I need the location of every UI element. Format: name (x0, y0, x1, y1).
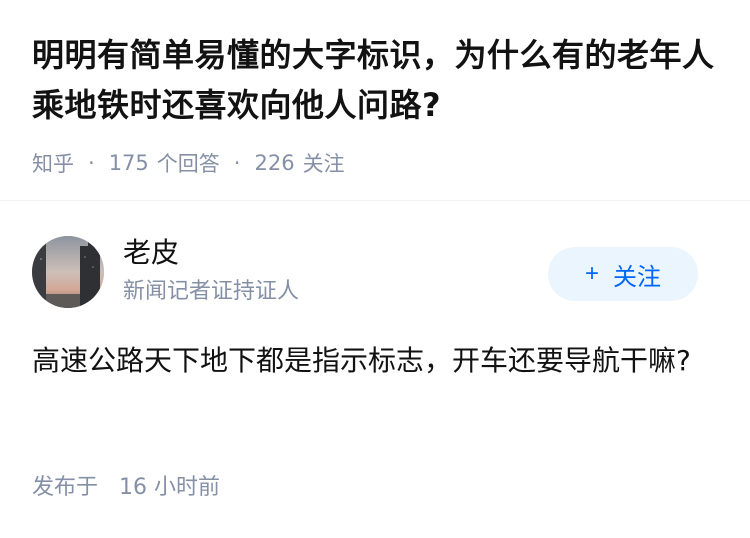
author-description: 新闻记者证持证人 (123, 279, 300, 304)
answer-timestamp: 发布于 16 小时前 (32, 469, 220, 501)
zhihu-question-page: 明明有简单易懂的大字标识，为什么有的老年人乘地铁时还喜欢向他人问路? 知乎 · … (0, 0, 750, 538)
question-header: 明明有简单易懂的大字标识，为什么有的老年人乘地铁时还喜欢向他人问路? 知乎 · … (0, 0, 750, 178)
source-label[interactable]: 知乎 (32, 148, 74, 178)
follower-count-label: 关注 (302, 152, 345, 176)
plus-icon: + (584, 260, 599, 287)
avatar-photo-icon (32, 236, 104, 308)
question-meta: 知乎 · 175 个回答 · 226 关注 (32, 148, 718, 178)
question-title[interactable]: 明明有简单易懂的大字标识，为什么有的老年人乘地铁时还喜欢向他人问路? (32, 30, 718, 130)
answer-card: 老皮 新闻记者证持证人 + 关注 高速公路天下地下都是指示标志，开车还要导航干嘛… (0, 201, 750, 500)
follower-count: 226 (254, 151, 295, 175)
meta-separator: · (88, 151, 95, 175)
author-name[interactable]: 老皮 (123, 233, 179, 273)
author-row: 老皮 新闻记者证持证人 + 关注 (0, 201, 750, 311)
answer-count-label: 个回答 (156, 152, 220, 176)
publish-label: 发布于 (32, 475, 99, 500)
follow-button-label: 关注 (613, 263, 661, 291)
answer-content[interactable]: 高速公路天下地下都是指示标志，开车还要导航干嘛? (32, 336, 712, 386)
follow-button[interactable]: + 关注 (548, 247, 698, 301)
avatar[interactable] (32, 236, 104, 308)
publish-time: 16 小时前 (119, 475, 221, 500)
meta-separator: · (233, 151, 241, 175)
answer-count: 175 (108, 151, 149, 175)
